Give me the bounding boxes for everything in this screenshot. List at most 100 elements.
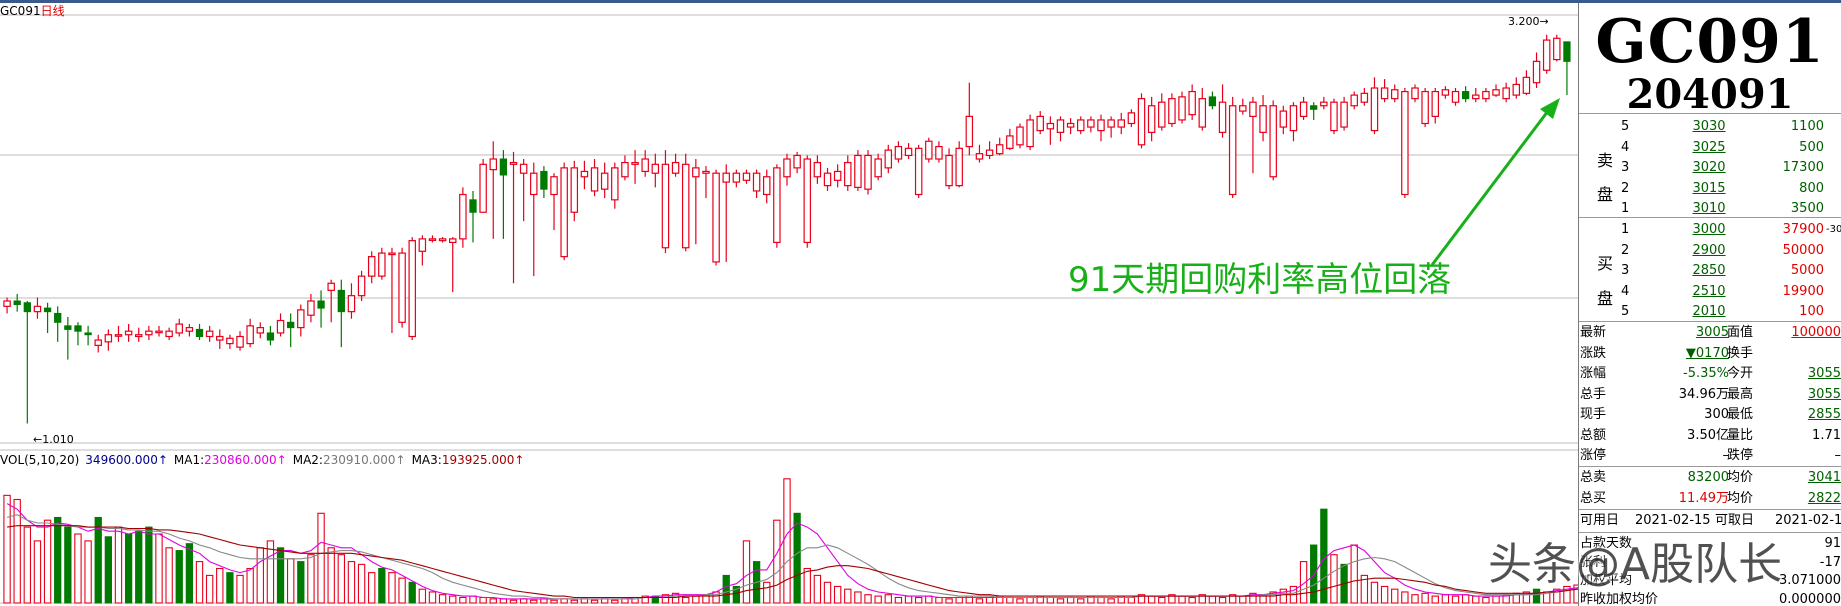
candle-body xyxy=(1451,90,1460,103)
candle-body xyxy=(914,147,923,196)
candle-body xyxy=(266,332,275,341)
buy-level: 3 xyxy=(1621,263,1630,279)
stat-value: 1.71 xyxy=(1812,427,1841,443)
buy-price[interactable]: 2510 xyxy=(1679,282,1739,302)
volume-bar xyxy=(1208,595,1217,604)
stat-value: 300 xyxy=(1704,407,1729,422)
candle-body xyxy=(1026,119,1034,148)
volume-bar xyxy=(1482,596,1490,604)
candle-body xyxy=(854,154,862,188)
withdraw-date-value: 2021-02-16 xyxy=(1775,513,1841,528)
volume-bar xyxy=(621,598,629,604)
candle-body xyxy=(975,153,984,160)
candle-body xyxy=(449,238,457,244)
candle-body xyxy=(479,163,487,213)
volume-bar xyxy=(884,594,892,604)
candle-body xyxy=(1117,119,1125,128)
volume-bar xyxy=(1401,591,1409,604)
buy-row[interactable]: 2 2900 50000 xyxy=(1579,241,1841,261)
buy-price[interactable]: 2010 xyxy=(1679,302,1739,322)
volume-bar xyxy=(611,599,619,604)
volume-bar xyxy=(692,595,700,604)
volume-bar xyxy=(1107,598,1115,604)
buy-price[interactable]: 2900 xyxy=(1679,241,1739,261)
volume-bar xyxy=(297,561,305,604)
stat-row: 总手 34.96万 最高 3055 xyxy=(1579,385,1841,405)
volume-bar xyxy=(833,585,842,604)
watermark: 头条@A股队长 xyxy=(1488,539,1783,590)
annotation-arrow-line xyxy=(1430,110,1550,266)
candle-body xyxy=(246,325,254,345)
volume-bar xyxy=(1492,595,1500,604)
candle-body xyxy=(600,172,609,190)
buy-row[interactable]: 1 3000 37900 -300 xyxy=(1579,220,1841,240)
volume-bar xyxy=(1006,596,1014,604)
candle-body xyxy=(702,170,710,174)
sell-row[interactable]: 4 3025 500 xyxy=(1579,138,1841,158)
volume-bar xyxy=(823,581,832,604)
candle-body xyxy=(1492,89,1500,96)
candle-body xyxy=(1472,94,1480,100)
volume-bar xyxy=(135,530,143,604)
volume-bar xyxy=(894,596,903,604)
sell-price[interactable]: 3020 xyxy=(1679,158,1739,178)
candle-body xyxy=(1542,39,1551,71)
candle-body xyxy=(408,240,416,338)
candle-body xyxy=(1046,122,1055,130)
candle-body xyxy=(205,330,214,338)
order-row: 总买 11.49万 均价 2822 xyxy=(1579,489,1841,509)
volume-bar xyxy=(499,598,508,604)
volume-bar xyxy=(783,478,791,604)
candle-body xyxy=(1168,98,1176,125)
order-label: 总买 xyxy=(1580,490,1607,506)
order-value: 2822 xyxy=(1807,490,1841,506)
volume-bar xyxy=(1380,585,1389,604)
buy-price[interactable]: 2850 xyxy=(1679,261,1739,281)
volume-bar xyxy=(1218,596,1227,604)
volume-bar xyxy=(682,596,690,604)
candle-body xyxy=(145,330,153,336)
sell-row[interactable]: 2 3015 800 xyxy=(1579,179,1841,199)
buy-level: 5 xyxy=(1621,304,1630,320)
sell-row[interactable]: 3 3020 17300 xyxy=(1579,158,1841,178)
candle-body xyxy=(925,140,933,160)
volume-legend: VOL(5,10,20) 349600.000↑ MA1:230860.000↑ MA… xyxy=(0,452,524,468)
chart-area[interactable]: 3.200→ ←1.010 GC091日线 VOL(5,10,20) 349600.… xyxy=(0,3,1578,606)
volume-bar xyxy=(449,595,457,604)
buy-price[interactable]: 3000 xyxy=(1679,220,1739,240)
buy-row[interactable]: 4 2510 19900 xyxy=(1579,282,1841,302)
volume-bar xyxy=(975,598,984,604)
volume-bar xyxy=(327,547,335,604)
sell-price[interactable]: 3030 xyxy=(1679,117,1739,137)
candle-body xyxy=(1147,105,1156,133)
volume-bar xyxy=(1046,596,1055,604)
candle-body xyxy=(732,172,741,183)
candle-body xyxy=(641,158,649,173)
stat-value: – xyxy=(1722,448,1730,463)
volume-bar xyxy=(114,526,123,604)
candle-body xyxy=(864,154,872,190)
sell-price[interactable]: 3015 xyxy=(1679,179,1739,199)
candle-body xyxy=(692,167,700,178)
sell-volume: 500 xyxy=(1799,139,1824,155)
volume-legend-value: 349600.000↑ xyxy=(85,453,168,467)
divider xyxy=(1579,321,1841,322)
sell-row[interactable]: 5 3030 1100 xyxy=(1579,117,1841,137)
buy-row[interactable]: 5 2010 100 xyxy=(1579,302,1841,322)
candle-body xyxy=(752,172,761,192)
stat-label: 最低 xyxy=(1727,407,1754,422)
volume-legend-label: MA2: xyxy=(292,453,323,467)
volume-bar xyxy=(1441,594,1450,604)
candle-body xyxy=(114,334,123,337)
candle-body xyxy=(1441,89,1450,96)
kline-chart[interactable]: 3.200→ ←1.010 xyxy=(0,3,1578,606)
candle-body xyxy=(74,325,82,332)
candle-body xyxy=(1198,98,1207,128)
candle-body xyxy=(509,161,518,165)
buy-row[interactable]: 3 2850 5000 xyxy=(1579,261,1841,281)
sell-price[interactable]: 3025 xyxy=(1679,138,1739,158)
volume-bar xyxy=(1370,581,1379,604)
stat-value: 3005 xyxy=(1695,325,1729,340)
stat-row: 总额 3.50亿 量比 1.71 xyxy=(1579,426,1841,446)
volume-bar xyxy=(428,591,437,604)
